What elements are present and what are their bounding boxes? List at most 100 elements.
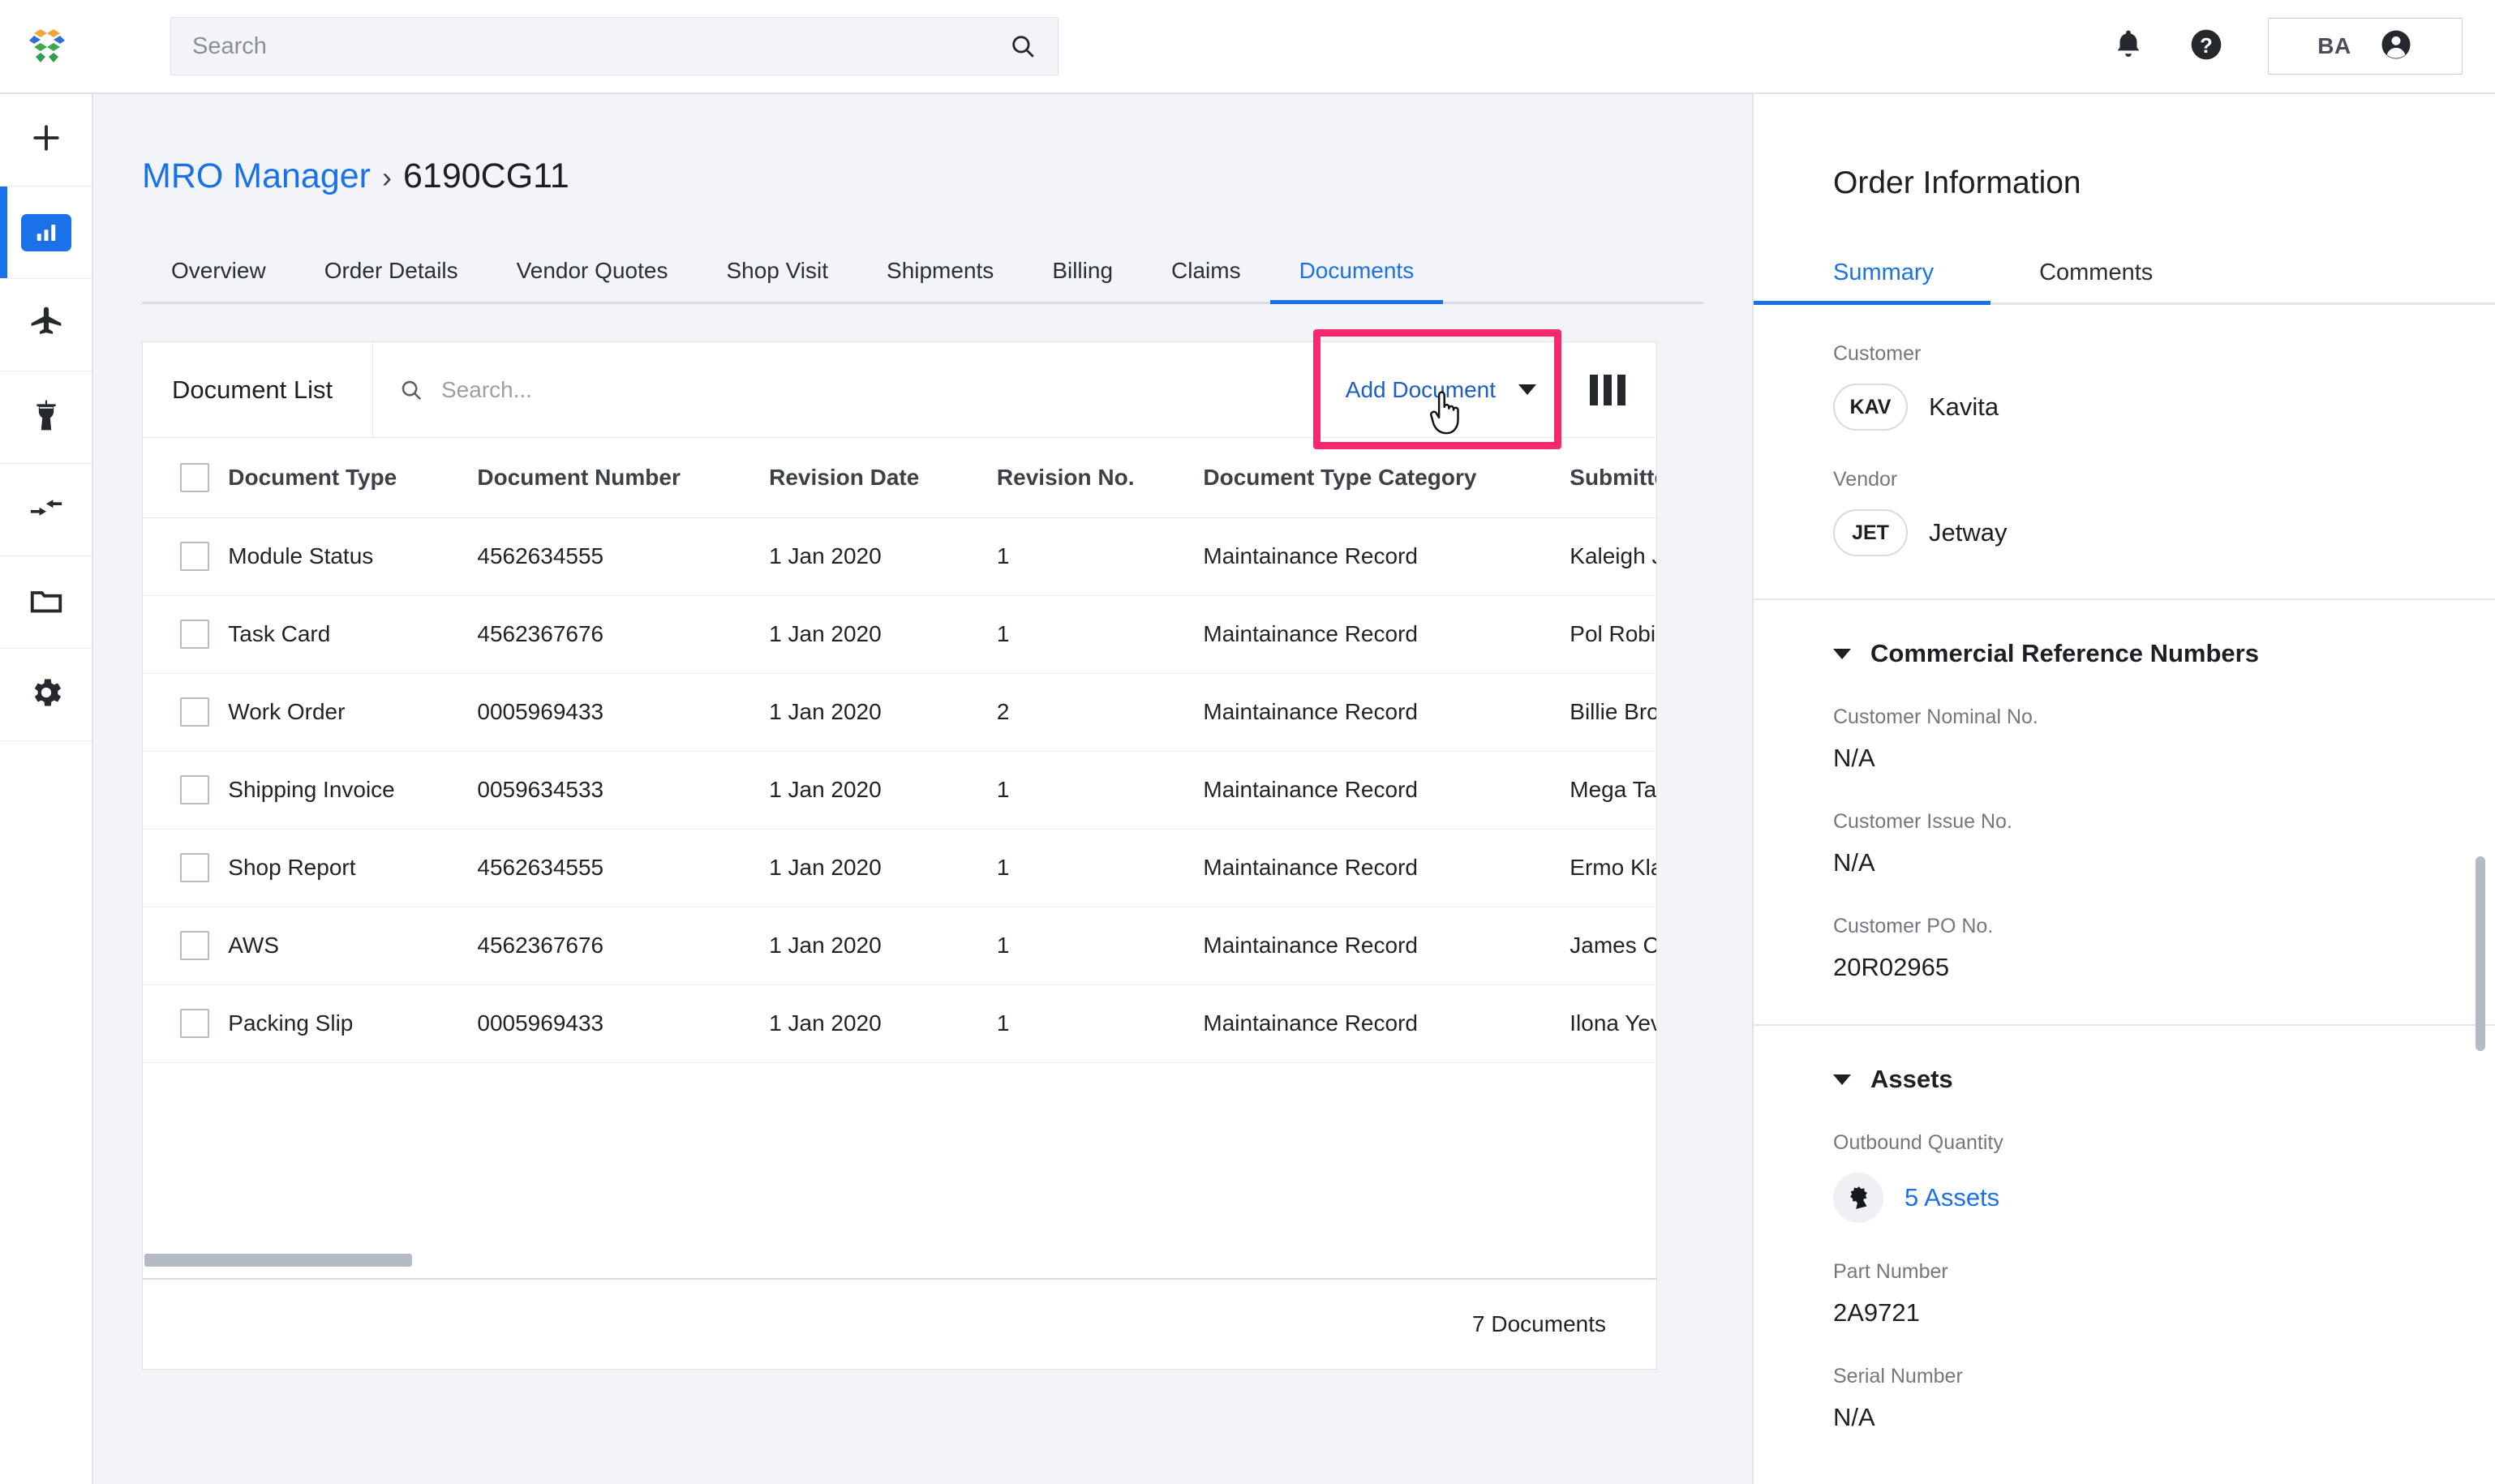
chevron-down-icon[interactable] [1518, 384, 1536, 396]
bar-chart-icon [20, 213, 71, 251]
account-circle-icon [2379, 28, 2413, 66]
sidebar-item-add[interactable] [0, 94, 92, 187]
cell-document-number: 0005969433 [477, 984, 770, 1063]
user-menu-button[interactable]: BA [2268, 18, 2463, 75]
outbound-quantity-label: Outbound Quantity [1833, 1131, 2003, 1154]
tab-overview[interactable]: Overview [142, 258, 295, 302]
serial-number-value: N/A [1833, 1403, 1875, 1431]
assets-count-link[interactable]: 5 Assets [1905, 1183, 1999, 1212]
cell-revision-no: 1 [996, 595, 1204, 674]
help-button[interactable]: ? [2167, 7, 2245, 85]
table-row[interactable]: Work Order 0005969433 1 Jan 2020 2 Maint… [143, 673, 1656, 752]
sidebar-item-fleet[interactable] [0, 279, 92, 371]
row-checkbox[interactable] [180, 853, 209, 883]
customer-chip: KAV [1833, 384, 1908, 431]
table-horizontal-scrollbar[interactable] [143, 1254, 1656, 1267]
tab-documents[interactable]: Documents [1269, 258, 1444, 305]
plus-icon [28, 120, 64, 160]
breadcrumb-separator: › [381, 161, 392, 194]
row-checkbox[interactable] [180, 697, 209, 727]
tab-shipments[interactable]: Shipments [857, 258, 1023, 302]
order-information-panel: Order Information Summary Comments Custo… [1752, 94, 2495, 1484]
header-revision-date[interactable]: Revision Date [769, 438, 997, 518]
cell-submitted-by: Ilona Yeva (KAVITA) [1570, 984, 1656, 1063]
row-checkbox[interactable] [180, 620, 209, 650]
tab-order-details[interactable]: Order Details [295, 258, 487, 302]
cell-category: Maintainance Record [1203, 751, 1570, 830]
tab-shop-visit[interactable]: Shop Visit [697, 258, 857, 302]
row-checkbox[interactable] [180, 542, 209, 572]
cell-submitted-by: Pol Robin (KAVITA) [1570, 595, 1656, 674]
cell-submitted-by: Ermo Klaes (KAVITA) [1570, 829, 1656, 907]
cell-document-number: 0059634533 [477, 751, 770, 830]
table-row[interactable]: Module Status 4562634555 1 Jan 2020 1 Ma… [143, 517, 1656, 596]
vendor-row: JET Jetway [1833, 509, 2416, 556]
tab-claims[interactable]: Claims [1142, 258, 1270, 302]
cell-submitted-by: James Chang (KAVITA) [1570, 907, 1656, 985]
cell-document-number: 4562367676 [477, 595, 770, 674]
header-revision-no[interactable]: Revision No. [996, 438, 1204, 518]
cell-revision-no: 1 [996, 829, 1204, 907]
document-table-header-row: Document Type Document Number Revision D… [143, 438, 1656, 518]
table-row[interactable]: AWS 4562367676 1 Jan 2020 1 Maintainance… [143, 907, 1656, 985]
serial-number-label: Serial Number [1833, 1365, 1963, 1387]
customer-name: Kavita [1929, 392, 1999, 421]
cell-category: Maintainance Record [1203, 907, 1570, 985]
search-icon[interactable] [1009, 32, 1037, 60]
customer-po-no-label: Customer PO No. [1833, 915, 1994, 937]
order-parties-section: Customer KAV Kavita Vendor JET Jetway [1754, 342, 2495, 556]
cell-category: Maintainance Record [1203, 829, 1570, 907]
sidebar-item-tower[interactable] [0, 371, 92, 464]
user-initials: BA [2317, 33, 2351, 58]
breadcrumb-root-link[interactable]: MRO Manager [142, 157, 371, 195]
document-count: 7 Documents [1472, 1311, 1606, 1337]
row-select-cell [143, 673, 229, 752]
select-all-header [143, 438, 229, 518]
document-search-input[interactable]: Search... [373, 342, 1334, 437]
row-checkbox[interactable] [180, 775, 209, 805]
chevron-down-icon[interactable] [1833, 1074, 1851, 1085]
cell-document-number: 4562367676 [477, 907, 770, 985]
table-row[interactable]: Shop Report 4562634555 1 Jan 2020 1 Main… [143, 829, 1656, 907]
customer-issue-no-label: Customer Issue No. [1833, 810, 2012, 833]
table-row[interactable]: Packing Slip 0005969433 1 Jan 2020 1 Mai… [143, 984, 1656, 1063]
search-icon [399, 378, 423, 402]
column-settings-button[interactable] [1559, 342, 1656, 437]
commercial-reference-numbers-header[interactable]: Commercial Reference Numbers [1754, 600, 2495, 668]
tab-comments[interactable]: Comments [2039, 259, 2153, 302]
assets-header[interactable]: Assets [1754, 1026, 2495, 1094]
sidebar-item-folders[interactable] [0, 556, 92, 649]
global-search-input[interactable]: Search [170, 17, 1059, 75]
add-document-button[interactable]: Add Document [1334, 376, 1559, 435]
bell-icon [2111, 28, 2145, 66]
chevron-down-icon[interactable] [1833, 648, 1851, 659]
cell-document-type: Shipping Invoice [228, 751, 478, 830]
cell-document-type: Work Order [228, 673, 478, 752]
sidebar-item-dashboard[interactable] [0, 187, 92, 279]
header-document-number[interactable]: Document Number [477, 438, 770, 518]
document-table-head: Document Type Document Number Revision D… [143, 438, 1656, 518]
header-document-type[interactable]: Document Type [228, 438, 478, 518]
tab-summary[interactable]: Summary [1754, 259, 1991, 305]
app-logo[interactable] [0, 26, 93, 66]
table-row[interactable]: Shipping Invoice 0059634533 1 Jan 2020 1… [143, 751, 1656, 830]
select-all-checkbox[interactable] [180, 463, 209, 493]
cell-submitted-by: Mega Tau (KAVITA) [1570, 751, 1656, 830]
sidebar-item-settings[interactable] [0, 649, 92, 741]
header-submitted-by[interactable]: Submitted by [1570, 438, 1656, 518]
tab-vendor-quotes[interactable]: Vendor Quotes [487, 258, 698, 302]
table-horizontal-scrollbar-thumb[interactable] [144, 1254, 412, 1267]
table-row[interactable]: Task Card 4562367676 1 Jan 2020 1 Mainta… [143, 595, 1656, 674]
tab-billing[interactable]: Billing [1023, 258, 1142, 302]
panel-vertical-scrollbar-thumb[interactable] [2476, 856, 2485, 1051]
assets-row: 5 Assets [1833, 1173, 2416, 1223]
add-document-container: Add Document [1312, 329, 1561, 450]
row-checkbox[interactable] [180, 1009, 209, 1039]
commercial-reference-numbers-title: Commercial Reference Numbers [1870, 639, 2259, 667]
add-document-label: Add Document [1345, 376, 1496, 402]
row-checkbox[interactable] [180, 931, 209, 961]
header-document-type-category[interactable]: Document Type Category [1203, 438, 1570, 518]
cell-revision-no: 1 [996, 517, 1204, 596]
notifications-button[interactable] [2089, 7, 2167, 85]
sidebar-item-transfers[interactable] [0, 464, 92, 556]
